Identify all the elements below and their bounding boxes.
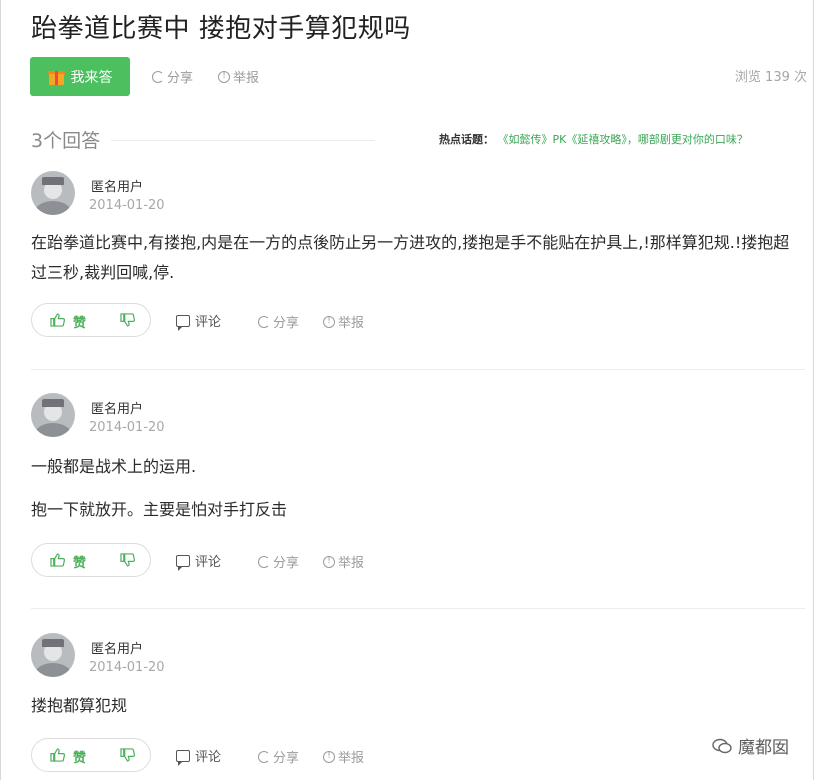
share-label: 分享	[273, 316, 300, 331]
hot-topic-label: 热点话题：	[439, 133, 494, 146]
view-count: 浏览 139 次	[734, 70, 807, 85]
share-label: 分享	[167, 71, 194, 86]
report-icon: !	[323, 750, 335, 763]
watermark-label: 魔都囡	[738, 738, 789, 758]
wechat-icon	[712, 738, 732, 753]
report-label: 举报	[338, 316, 365, 331]
comment-icon	[176, 554, 190, 571]
watermark: 魔都囡	[712, 733, 789, 758]
like-label[interactable]: 赞	[73, 747, 86, 766]
comment-button[interactable]: 评论	[176, 311, 222, 331]
share-icon	[258, 315, 270, 328]
report-icon: !	[218, 70, 230, 83]
comment-button[interactable]: 评论	[176, 746, 222, 766]
answer-text: 搂抱都算犯规	[31, 696, 128, 715]
thumbs-down-icon[interactable]	[120, 748, 135, 762]
thumbs-up-icon[interactable]	[50, 748, 65, 762]
avatar[interactable]	[31, 171, 75, 215]
answer-report-button[interactable]: ! 举报	[323, 747, 364, 766]
share-icon	[258, 750, 270, 763]
question-report-button[interactable]: ! 举报	[218, 67, 259, 86]
thumbs-down-icon[interactable]	[120, 313, 135, 327]
report-label: 举报	[233, 71, 260, 86]
comment-icon	[176, 749, 190, 766]
answer-date: 2014-01-20	[89, 420, 165, 435]
avatar[interactable]	[31, 633, 75, 677]
thumbs-down-icon[interactable]	[120, 553, 135, 567]
answer-divider	[31, 608, 805, 609]
answer-report-button[interactable]: ! 举报	[323, 312, 364, 331]
like-label[interactable]: 赞	[73, 552, 86, 571]
hot-topic: 热点话题： 《如懿传》PK《延禧攻略》，哪部剧更对你的口味？	[439, 131, 748, 147]
report-label: 举报	[338, 556, 365, 571]
answer-date: 2014-01-20	[89, 198, 165, 213]
share-label: 分享	[273, 556, 300, 571]
question-share-button[interactable]: 分享	[152, 67, 193, 86]
vote-group: 赞	[31, 543, 151, 577]
answer-button[interactable]: 我来答	[30, 57, 130, 96]
comment-label: 评论	[195, 555, 222, 570]
answer-count: 3个回答	[31, 130, 101, 152]
vote-group: 赞	[31, 738, 151, 772]
answer-date: 2014-01-20	[89, 660, 165, 675]
answer-user-name: 匿名用户	[91, 180, 144, 195]
comment-label: 评论	[195, 315, 222, 330]
comment-icon	[176, 314, 190, 331]
comment-label: 评论	[195, 750, 222, 765]
report-label: 举报	[338, 751, 365, 766]
answer-user-name: 匿名用户	[91, 402, 144, 417]
answer-share-button[interactable]: 分享	[258, 552, 299, 571]
vote-group: 赞	[31, 303, 151, 337]
answer-text: 抱一下就放开。主要是怕对手打反击	[31, 500, 288, 519]
like-label[interactable]: 赞	[73, 312, 86, 331]
answer-divider	[31, 369, 805, 370]
thumbs-up-icon[interactable]	[50, 313, 65, 327]
question-title: 跆拳道比赛中 搂抱对手算犯规吗	[31, 14, 411, 44]
comment-button[interactable]: 评论	[176, 551, 222, 571]
share-icon	[152, 70, 164, 83]
report-icon: !	[323, 315, 335, 328]
share-icon	[258, 555, 270, 568]
share-label: 分享	[273, 751, 300, 766]
answer-report-button[interactable]: ! 举报	[323, 552, 364, 571]
header-divider	[111, 140, 375, 141]
answer-share-button[interactable]: 分享	[258, 312, 299, 331]
answer-button-label: 我来答	[70, 69, 113, 86]
answer-user-name: 匿名用户	[91, 642, 144, 657]
answer-share-button[interactable]: 分享	[258, 747, 299, 766]
answer-text: 在跆拳道比赛中,有搂抱,内是在一方的点後防止另一方进攻的,搂抱是手不能贴在护具上…	[31, 233, 790, 282]
hot-topic-link[interactable]: 《如懿传》PK《延禧攻略》，哪部剧更对你的口味？	[498, 133, 748, 146]
thumbs-up-icon[interactable]	[50, 553, 65, 567]
answer-text: 一般都是战术上的运用.	[31, 457, 197, 476]
report-icon: !	[323, 555, 335, 568]
gift-icon	[47, 68, 65, 85]
avatar[interactable]	[31, 393, 75, 437]
